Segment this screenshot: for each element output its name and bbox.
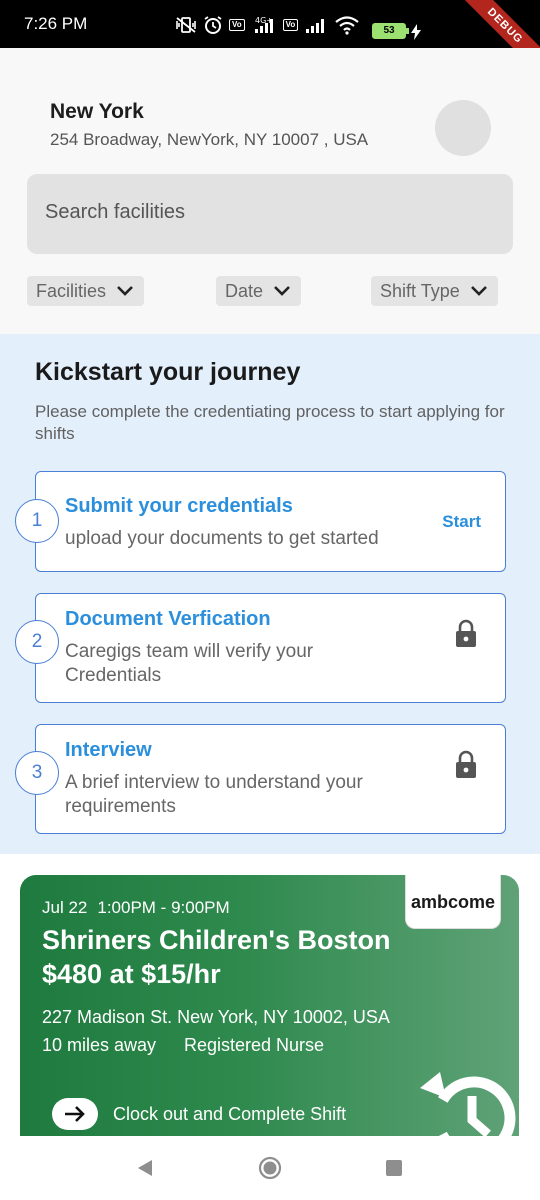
search-placeholder: Search facilities [45, 201, 186, 223]
chevron-down-icon [117, 286, 133, 296]
filter-date[interactable]: Date [216, 276, 302, 306]
status-time: 7:26 PM [24, 14, 88, 33]
battery-icon: 53 [372, 23, 406, 39]
kickstart-subtitle: Please complete the credentiating proces… [35, 402, 505, 443]
step-description: Caregigs team will verify your Credentia… [65, 641, 314, 686]
step-document-verification[interactable]: 2 Document Verfication Caregigs team wil… [15, 593, 506, 703]
step-title: Interview [65, 739, 152, 761]
shift-date: Jul 22 [42, 898, 88, 917]
step-number: 3 [15, 751, 59, 795]
shift-role: Registered Nurse [184, 1035, 325, 1055]
shift-facility: Shriners Children's Boston [42, 925, 391, 955]
alarm-icon [203, 15, 223, 35]
lock-icon [454, 750, 478, 783]
history-icon [412, 1060, 519, 1137]
step-description: A brief interview to understand your req… [65, 772, 363, 817]
shift-time: 1:00PM - 9:00PM [97, 898, 230, 917]
system-nav-bar [0, 1136, 540, 1200]
status-bar: 7:26 PM Vo 4G+ Vo 53 DEBUG [0, 0, 540, 87]
wifi-icon [334, 15, 360, 35]
signal-icon-2 [304, 15, 328, 35]
step-title: Submit your credentials [65, 495, 293, 517]
battery-level: 53 [383, 25, 395, 36]
step-interview[interactable]: 3 Interview A brief interview to underst… [15, 724, 506, 834]
charging-icon [411, 24, 421, 45]
company-badge: ambcome [405, 875, 501, 929]
signal-icon: 4G+ [251, 15, 277, 35]
avatar[interactable] [435, 100, 491, 156]
location-city: New York [50, 100, 144, 123]
lock-icon [454, 619, 478, 652]
battery-tip [406, 28, 409, 34]
chevron-down-icon [470, 286, 487, 296]
start-button[interactable]: Start [442, 512, 481, 532]
arrow-right-icon [65, 1106, 85, 1122]
shift-card[interactable]: ambcome Jul 22 1:00PM - 9:00PM Shriners C… [20, 875, 519, 1137]
filter-label: Date [225, 280, 264, 301]
shift-distance: 10 miles away [42, 1035, 157, 1055]
kickstart-title: Kickstart your journey [35, 358, 301, 386]
location-address: 254 Broadway, NewYork, NY 10007 , USA [50, 130, 369, 149]
step-number: 2 [15, 620, 59, 664]
step-title: Document Verfication [65, 608, 271, 630]
filter-label: Shift Type [380, 280, 460, 301]
shift-pay: $480 at $15/hr [42, 959, 221, 989]
kickstart-section: Kickstart your journey Please complete t… [0, 334, 540, 854]
shift-address: 227 Madison St. New York, NY 10002, USA [42, 1007, 390, 1027]
step-number: 1 [15, 499, 59, 543]
home-icon[interactable] [258, 1156, 282, 1185]
status-icons: Vo 4G+ Vo [175, 15, 360, 35]
header: New York 254 Broadway, NewYork, NY 10007… [0, 48, 540, 334]
volte-icon: Vo [229, 19, 245, 31]
shift-datetime: Jul 22 1:00PM - 9:00PM [42, 898, 230, 918]
step-submit-credentials[interactable]: 1 Submit your credentials upload your do… [15, 471, 506, 572]
back-icon[interactable] [136, 1158, 154, 1183]
search-input[interactable]: Search facilities [27, 174, 513, 254]
vibrate-off-icon [175, 16, 197, 34]
filter-label: Facilities [36, 280, 107, 301]
filter-shift-type[interactable]: Shift Type [371, 276, 498, 306]
volte-icon-2: Vo [282, 19, 299, 31]
recents-icon[interactable] [386, 1160, 402, 1176]
chevron-down-icon [274, 286, 290, 296]
clock-out-label[interactable]: Clock out and Complete Shift [113, 1104, 346, 1125]
clock-out-button[interactable] [52, 1098, 98, 1130]
filter-facilities[interactable]: Facilities [27, 276, 145, 306]
step-description: upload your documents to get started [65, 528, 379, 549]
